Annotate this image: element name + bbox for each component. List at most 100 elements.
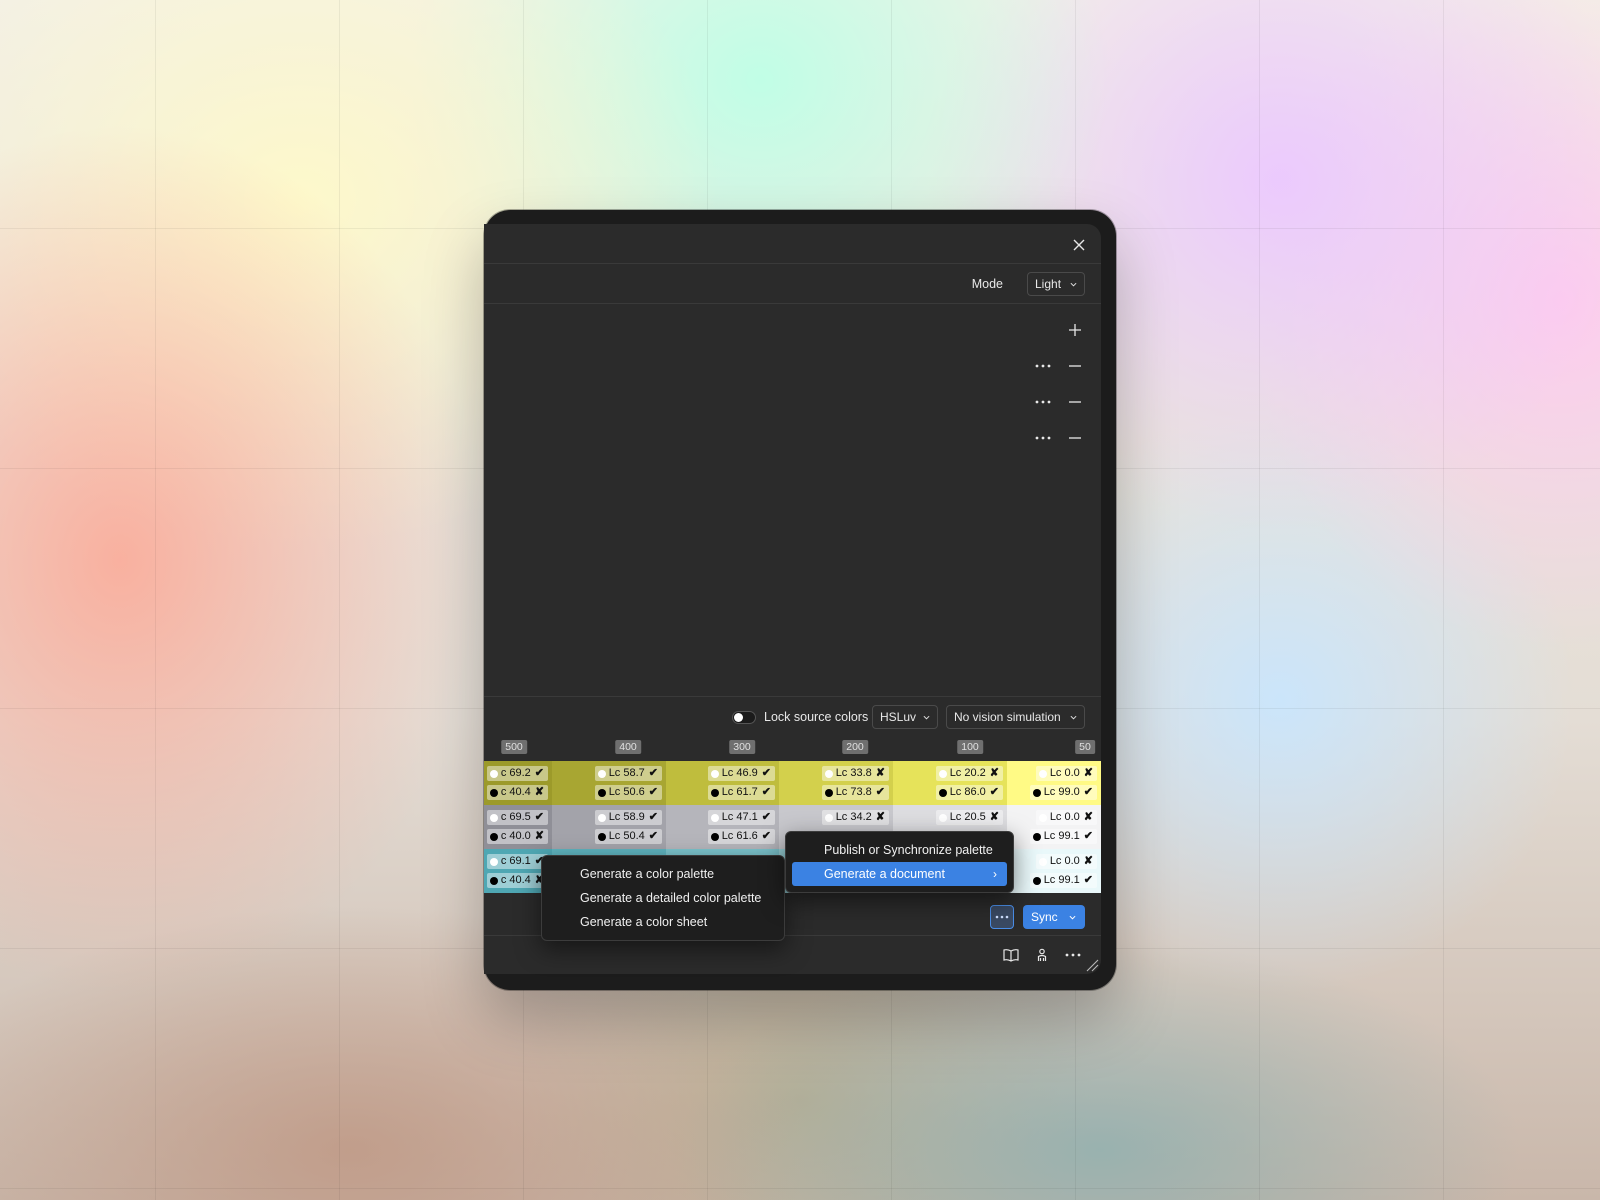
color-swatch[interactable]: Lc 58.9 ✔ Lc 50.4 ✔ — [552, 805, 666, 849]
black-dot-icon — [938, 788, 947, 797]
title-bar — [484, 224, 1101, 264]
black-dot-icon — [489, 788, 498, 797]
white-dot-icon — [597, 769, 606, 778]
black-dot-icon — [1032, 788, 1041, 797]
mode-select[interactable]: Light — [1027, 272, 1085, 296]
contrast-value: c 40.4 — [500, 786, 531, 798]
contrast-on-black-badge: Lc 50.4 ✔ — [594, 829, 662, 844]
more-icon[interactable] — [1033, 428, 1053, 448]
scale-label-400: 400 — [615, 740, 641, 754]
color-swatch[interactable]: Lc 33.8 ✘ Lc 73.8 ✔ — [779, 761, 893, 805]
contrast-pass-icon: ✔ — [1083, 830, 1093, 842]
color-swatch[interactable]: Lc 0.0 ✘ Lc 99.0 ✔ — [1007, 761, 1101, 805]
black-dot-icon — [597, 832, 606, 841]
minus-icon[interactable] — [1065, 392, 1085, 412]
chevron-down-icon — [1070, 282, 1077, 287]
menu-item-publish[interactable]: Publish or Synchronize palette — [792, 838, 1007, 862]
contrast-value: Lc 58.7 — [608, 767, 645, 779]
contrast-on-black-badge: Lc 99.0 ✔ — [1029, 785, 1097, 800]
contrast-pass-icon: ✘ — [534, 830, 544, 842]
color-swatch[interactable]: c 69.5 ✔ c 40.0 ✘ — [484, 805, 552, 849]
more-icon[interactable] — [1033, 356, 1053, 376]
contrast-pass-icon: ✔ — [761, 767, 771, 779]
contrast-on-black-badge: c 40.4 ✘ — [486, 785, 548, 800]
contrast-on-white-badge: Lc 47.1 ✔ — [707, 810, 775, 825]
contrast-pass-icon: ✘ — [989, 811, 999, 823]
color-swatch[interactable]: Lc 58.7 ✔ Lc 50.6 ✔ — [552, 761, 666, 805]
contrast-pass-icon: ✘ — [1083, 811, 1093, 823]
contrast-value: c 40.0 — [500, 830, 531, 842]
chevron-down-icon — [1069, 915, 1076, 920]
color-swatch[interactable]: c 69.2 ✔ c 40.4 ✘ — [484, 761, 552, 805]
white-dot-icon — [1038, 857, 1047, 866]
minus-icon[interactable] — [1065, 428, 1085, 448]
contrast-value: c 69.1 — [500, 855, 531, 867]
palette-options-bar: Lock source colors HSLuv No vision simul… — [484, 696, 1101, 736]
contrast-value: Lc 58.9 — [608, 811, 645, 823]
resize-grip-icon[interactable] — [1085, 958, 1099, 972]
more-actions-button[interactable] — [990, 905, 1014, 929]
chevron-right-icon: › — [993, 867, 997, 881]
more-icon — [995, 915, 1009, 919]
contrast-value: Lc 0.0 — [1049, 811, 1080, 823]
contrast-value: Lc 61.6 — [721, 830, 758, 842]
contrast-on-white-badge: c 69.5 ✔ — [486, 810, 548, 825]
toggle-knob — [734, 713, 743, 722]
close-icon[interactable] — [1069, 235, 1089, 255]
contrast-pass-icon: ✘ — [1083, 855, 1093, 867]
scale-label-500: 500 — [501, 740, 527, 754]
contrast-on-black-badge: Lc 61.7 ✔ — [707, 785, 775, 800]
scale-label-100: 100 — [957, 740, 983, 754]
more-icon[interactable] — [1033, 392, 1053, 412]
white-dot-icon — [824, 769, 833, 778]
menu-item-generate[interactable]: Generate a detailed color palette — [548, 886, 778, 910]
contrast-on-white-badge: Lc 33.8 ✘ — [821, 766, 889, 781]
contrast-pass-icon: ✔ — [534, 811, 544, 823]
color-space-select[interactable]: HSLuv — [872, 705, 938, 729]
contrast-value: Lc 73.8 — [835, 786, 872, 798]
contrast-on-black-badge: c 40.0 ✘ — [486, 829, 548, 844]
contrast-value: Lc 47.1 — [721, 811, 758, 823]
white-dot-icon — [489, 813, 498, 822]
minus-icon[interactable] — [1065, 356, 1085, 376]
person-icon[interactable] — [1032, 945, 1052, 965]
color-swatch[interactable]: Lc 0.0 ✘ Lc 99.1 ✔ — [1007, 805, 1101, 849]
contrast-value: Lc 0.0 — [1049, 767, 1080, 779]
color-swatch[interactable]: Lc 47.1 ✔ Lc 61.6 ✔ — [666, 805, 779, 849]
menu-item-generate-document[interactable]: Generate a document › — [792, 862, 1007, 886]
contrast-pass-icon: ✘ — [875, 767, 885, 779]
more-icon[interactable] — [1063, 945, 1083, 965]
contrast-on-white-badge: Lc 0.0 ✘ — [1035, 854, 1097, 869]
book-icon[interactable] — [1001, 945, 1021, 965]
color-swatch[interactable]: Lc 46.9 ✔ Lc 61.7 ✔ — [666, 761, 779, 805]
contrast-value: Lc 46.9 — [721, 767, 758, 779]
white-dot-icon — [938, 769, 947, 778]
sync-button[interactable]: Sync — [1023, 905, 1085, 929]
vision-simulation-select[interactable]: No vision simulation — [946, 705, 1085, 729]
contrast-value: Lc 99.1 — [1043, 874, 1080, 886]
contrast-value: Lc 86.0 — [949, 786, 986, 798]
contrast-value: Lc 99.1 — [1043, 830, 1080, 842]
black-dot-icon — [597, 788, 606, 797]
contrast-on-black-badge: Lc 73.8 ✔ — [821, 785, 889, 800]
contrast-on-white-badge: Lc 0.0 ✘ — [1035, 810, 1097, 825]
contrast-value: Lc 50.6 — [608, 786, 645, 798]
contrast-on-black-badge: Lc 50.6 ✔ — [594, 785, 662, 800]
add-color-plus-icon[interactable] — [1065, 320, 1085, 340]
white-dot-icon — [824, 813, 833, 822]
black-dot-icon — [710, 788, 719, 797]
menu-item-generate[interactable]: Generate a color sheet — [548, 910, 778, 934]
contrast-value: Lc 99.0 — [1043, 786, 1080, 798]
contrast-value: Lc 50.4 — [608, 830, 645, 842]
contrast-value: Lc 34.2 — [835, 811, 872, 823]
white-dot-icon — [1038, 813, 1047, 822]
black-dot-icon — [1032, 876, 1041, 885]
color-swatch[interactable]: Lc 0.0 ✘ Lc 99.1 ✔ — [1007, 849, 1101, 893]
menu-item-generate[interactable]: Generate a color palette — [548, 862, 778, 886]
lock-source-colors-toggle[interactable] — [732, 711, 756, 724]
contrast-value: c 69.5 — [500, 811, 531, 823]
bottom-bar — [484, 936, 1101, 974]
contrast-value: c 69.2 — [500, 767, 531, 779]
chevron-down-icon — [1070, 715, 1077, 720]
color-swatch[interactable]: Lc 20.2 ✘ Lc 86.0 ✔ — [893, 761, 1007, 805]
